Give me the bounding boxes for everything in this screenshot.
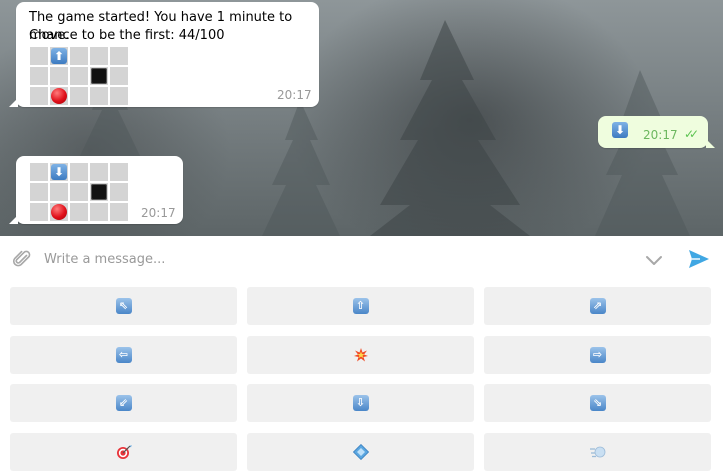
- board-cell: [30, 67, 48, 85]
- board-cell: [90, 87, 108, 105]
- key-boom-button[interactable]: [247, 336, 474, 374]
- game-board: ⬇: [30, 163, 128, 221]
- read-check-icon: ✓✓: [684, 127, 699, 141]
- board-cell: [70, 67, 88, 85]
- game-board: ⬆: [30, 47, 128, 105]
- outgoing-message[interactable]: ⬇ 20:17 ✓✓: [598, 116, 715, 148]
- incoming-message[interactable]: ⬇ 20:17: [9, 156, 183, 224]
- key-up-button[interactable]: ⇧: [247, 287, 474, 325]
- red-circle-icon: [51, 88, 67, 104]
- key-right-button[interactable]: ⇨: [484, 336, 711, 374]
- red-circle-icon: [51, 204, 67, 220]
- message-composer: [0, 236, 723, 282]
- board-cell: [70, 87, 88, 105]
- board-cell: [50, 203, 68, 221]
- send-icon[interactable]: [687, 247, 711, 271]
- key-diamond-button[interactable]: [247, 433, 474, 471]
- paperclip-icon[interactable]: [12, 249, 32, 269]
- board-cell: [30, 87, 48, 105]
- key-left-button[interactable]: ⇦: [10, 336, 237, 374]
- chat-area: The game started! You have 1 minute to m…: [0, 0, 723, 236]
- black-square-icon: [91, 68, 107, 84]
- board-cell: [90, 67, 108, 85]
- key-down-right-button[interactable]: ⇘: [484, 384, 711, 422]
- board-cell: [50, 183, 68, 201]
- board-cell: [30, 183, 48, 201]
- key-up-right-button[interactable]: ⇗: [484, 287, 711, 325]
- up-right-arrow-icon: ⇗: [589, 298, 606, 314]
- key-down-left-button[interactable]: ⇙: [10, 384, 237, 422]
- message-time: 20:17: [277, 88, 312, 102]
- board-cell: [110, 47, 128, 65]
- key-down-button[interactable]: ⇩: [247, 384, 474, 422]
- up-arrow-key-icon: ⬆: [51, 48, 67, 64]
- down-arrow-key-icon: ⬇: [51, 164, 67, 180]
- down-arrow-key-icon: ⬇: [612, 122, 628, 138]
- board-cell: [50, 67, 68, 85]
- board-cell: [90, 203, 108, 221]
- direct-hit-icon: [116, 445, 131, 459]
- board-cell: [70, 47, 88, 65]
- down-arrow-icon: ⇩: [352, 395, 369, 411]
- board-cell: [70, 203, 88, 221]
- board-cell: [110, 67, 128, 85]
- board-cell: [30, 163, 48, 181]
- black-square-icon: [91, 184, 107, 200]
- message-time: 20:17: [141, 206, 176, 220]
- diamond-shape-icon: [352, 444, 369, 460]
- message-time: 20:17: [643, 128, 678, 142]
- board-cell: [110, 183, 128, 201]
- board-cell: [50, 87, 68, 105]
- board-cell: ⬆: [50, 47, 68, 65]
- board-cell: [110, 203, 128, 221]
- board-cell: [30, 203, 48, 221]
- board-cell: [90, 183, 108, 201]
- key-target-button[interactable]: [10, 433, 237, 471]
- message-input[interactable]: [44, 246, 624, 272]
- collision-icon: [353, 348, 368, 362]
- up-left-arrow-icon: ⇖: [115, 298, 132, 314]
- board-cell: [70, 183, 88, 201]
- dashing-away-icon: [589, 446, 605, 458]
- right-arrow-icon: ⇨: [589, 347, 606, 363]
- bot-keyboard: ⇖ ⇧ ⇗ ⇦ ⇨ ⇙ ⇩ ⇘: [0, 282, 723, 475]
- board-cell: [90, 163, 108, 181]
- down-left-arrow-icon: ⇙: [115, 395, 132, 411]
- board-cell: ⬇: [50, 163, 68, 181]
- board-cell: [90, 47, 108, 65]
- down-right-arrow-icon: ⇘: [589, 395, 606, 411]
- incoming-message[interactable]: The game started! You have 1 minute to m…: [9, 2, 319, 107]
- board-cell: [110, 87, 128, 105]
- left-arrow-icon: ⇦: [115, 347, 132, 363]
- message-text-line: Chance to be the first: 44/100: [29, 28, 225, 43]
- key-dash-button[interactable]: [484, 433, 711, 471]
- key-up-left-button[interactable]: ⇖: [10, 287, 237, 325]
- board-cell: [30, 47, 48, 65]
- chevron-down-icon[interactable]: [644, 250, 664, 270]
- board-cell: [70, 163, 88, 181]
- board-cell: [110, 163, 128, 181]
- up-arrow-icon: ⇧: [352, 298, 369, 314]
